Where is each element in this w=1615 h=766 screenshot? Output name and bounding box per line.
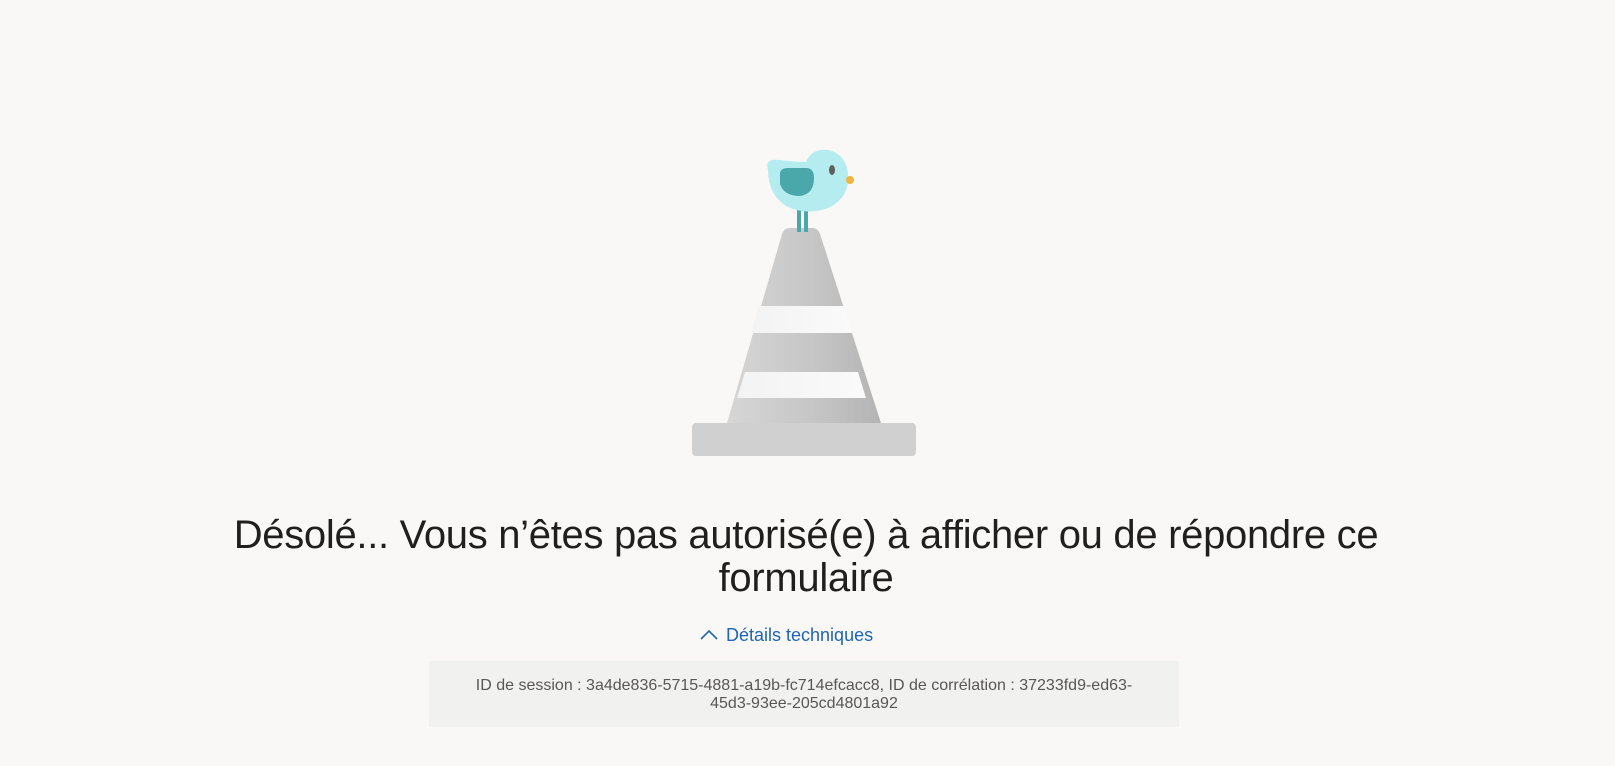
cone-stripe-2 [737, 372, 866, 398]
technical-details-label: Détails techniques [726, 624, 874, 645]
cone-base [692, 423, 916, 456]
technical-details-panel: ID de session : 3a4de836-5715-4881-a19b-… [429, 661, 1179, 727]
bird-leg-right [804, 210, 808, 232]
error-page: Désolé... Vous n’êtes pas autorisé(e) à … [0, 0, 1615, 766]
cone-stripe-1 [751, 306, 852, 333]
chevron-up-icon [700, 629, 718, 641]
technical-details-toggle[interactable]: Détails techniques [700, 622, 873, 648]
bird-eye [829, 165, 835, 175]
bird-beak [846, 176, 854, 184]
bird-leg-left [797, 210, 801, 232]
page-title: Désolé... Vous n’êtes pas autorisé(e) à … [233, 513, 1379, 600]
session-correlation-ids: ID de session : 3a4de836-5715-4881-a19b-… [475, 677, 1133, 712]
bird-on-cone-illustration [692, 149, 916, 456]
